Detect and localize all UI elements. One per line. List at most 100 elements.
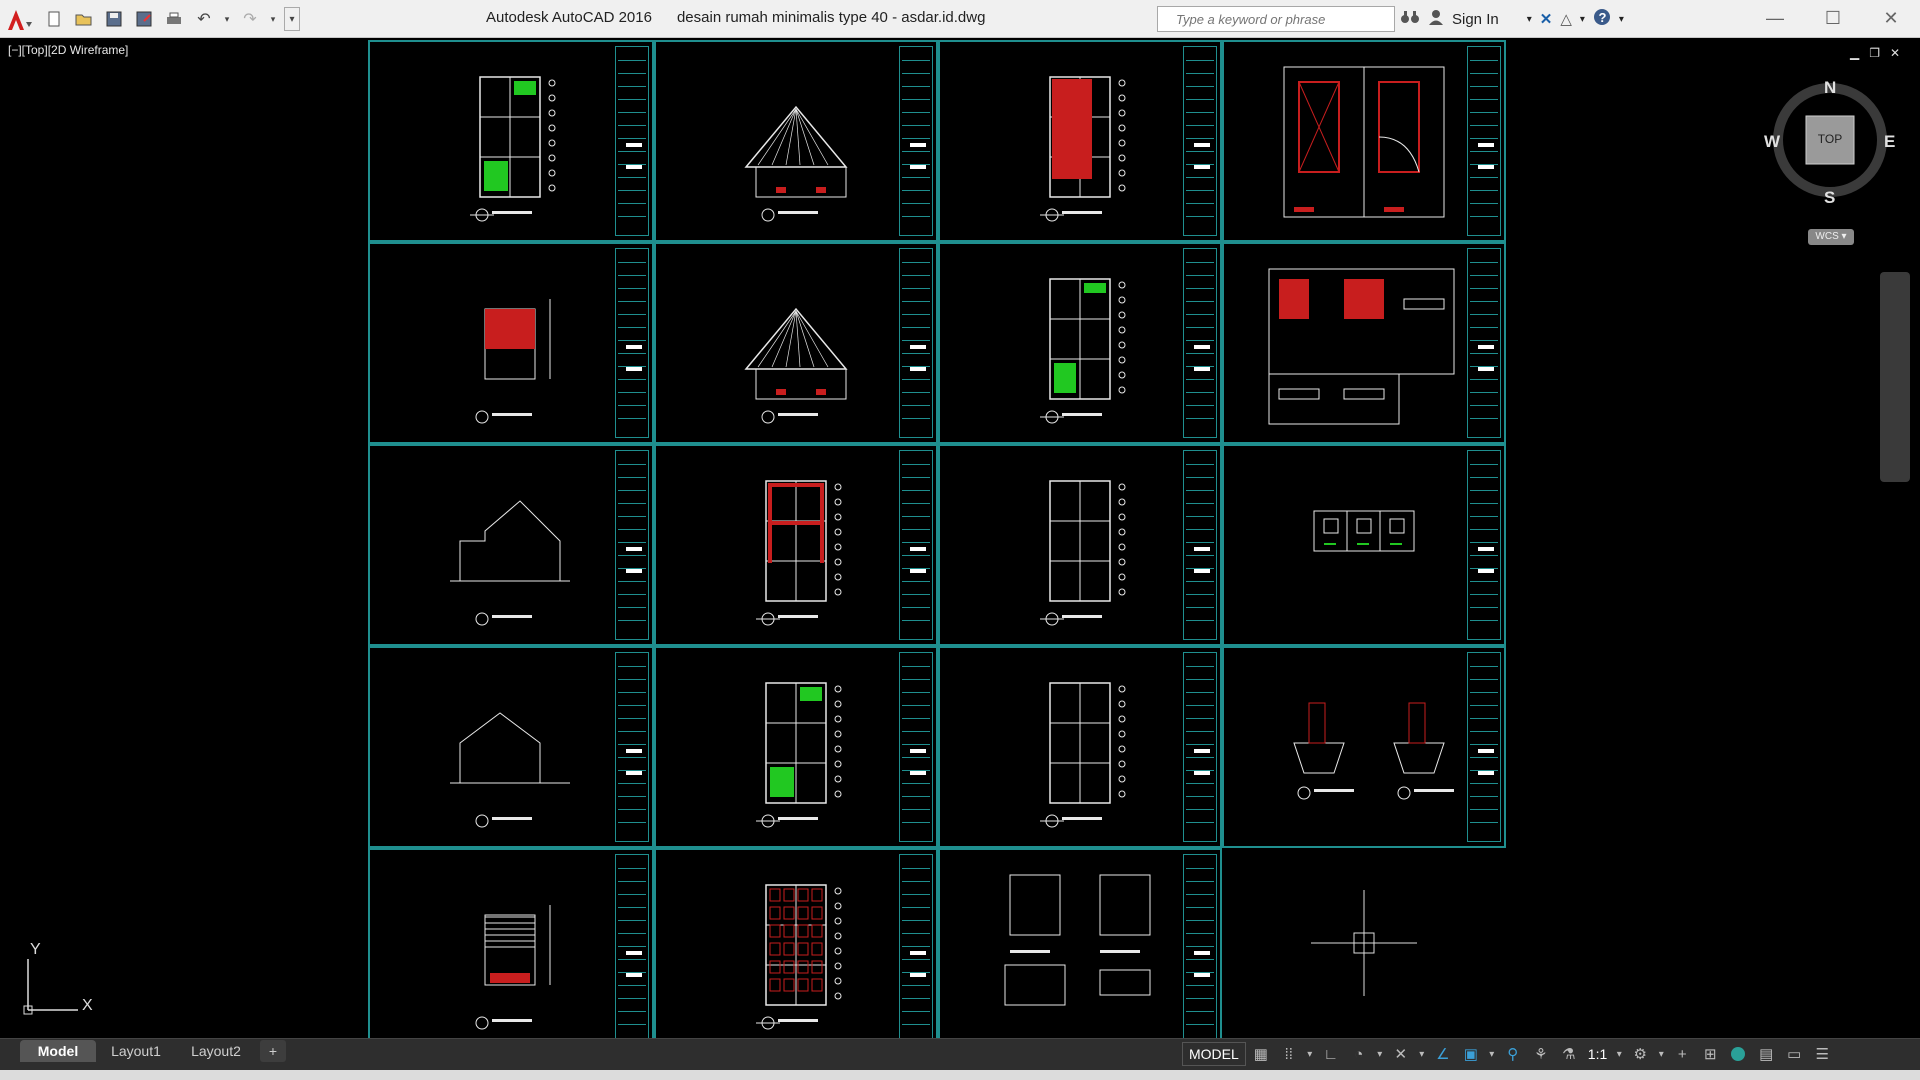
clean-screen-icon[interactable]: ▭ <box>1781 1041 1807 1067</box>
tab-model[interactable]: Model <box>20 1040 96 1062</box>
new-icon[interactable] <box>42 7 66 31</box>
chevron-down-icon[interactable]: ▾ <box>1527 14 1532 25</box>
binoculars-icon[interactable] <box>1400 9 1420 29</box>
drawing-sheets-area[interactable] <box>368 40 1508 1050</box>
drawing-sheet[interactable] <box>654 40 938 242</box>
chevron-down-icon[interactable]: ▾ <box>1619 14 1624 25</box>
add-layout-button[interactable]: + <box>260 1040 286 1062</box>
chevron-down-icon[interactable]: ▾ <box>1655 1041 1667 1067</box>
compass-west[interactable]: W <box>1764 132 1780 152</box>
minimize-icon[interactable]: — <box>1746 0 1804 36</box>
compass-south[interactable]: S <box>1824 188 1835 208</box>
viewcube[interactable]: TOP N S W E <box>1764 78 1895 207</box>
drawing-sheet[interactable] <box>654 848 938 1050</box>
drawing-sheet[interactable] <box>368 40 654 242</box>
exchange-icon[interactable]: ✕ <box>1540 10 1553 28</box>
snap-icon[interactable]: ⁞⁞ <box>1276 1041 1302 1067</box>
annotation-scale-label[interactable]: 1:1 <box>1584 1046 1611 1062</box>
chevron-down-icon[interactable]: ▾ <box>268 7 278 31</box>
autocad-logo-icon[interactable] <box>6 8 38 32</box>
annotation-visibility-icon[interactable]: ⚲ <box>1500 1041 1526 1067</box>
close-icon[interactable]: ✕ <box>1862 0 1920 36</box>
saveas-icon[interactable] <box>132 7 156 31</box>
title-block <box>899 652 933 842</box>
print-icon[interactable] <box>162 7 186 31</box>
drawing-sheet[interactable] <box>654 646 938 848</box>
ucs-menu[interactable]: WCS ▾ <box>1808 229 1854 245</box>
chevron-down-icon[interactable]: ▾ <box>1416 1041 1428 1067</box>
object-snap-icon[interactable]: ▣ <box>1458 1041 1484 1067</box>
navigation-bar[interactable] <box>1880 272 1910 482</box>
crosshair-cursor[interactable] <box>1222 848 1506 1050</box>
title-block <box>1467 450 1501 640</box>
add-icon[interactable]: + <box>1669 1041 1695 1067</box>
chevron-down-icon[interactable]: ▾ <box>1580 14 1585 25</box>
chevron-down-icon[interactable]: ▾ <box>222 7 232 31</box>
drawing-sheet[interactable] <box>654 444 938 646</box>
redo-icon[interactable]: ↷ <box>238 7 262 31</box>
chevron-down-icon[interactable]: ▾ <box>1304 1041 1316 1067</box>
drawing-sheet[interactable] <box>938 242 1222 444</box>
drawing-sheet[interactable] <box>1222 242 1506 444</box>
isodraft-icon[interactable]: ✕ <box>1388 1041 1414 1067</box>
ucs-x-label: X <box>82 997 93 1014</box>
signin-button[interactable]: Sign In <box>1452 11 1499 28</box>
viewport-minimize-icon[interactable]: ▁ <box>1850 46 1859 60</box>
drawing-content <box>410 663 590 828</box>
drawing-content <box>410 57 590 222</box>
search-input[interactable] <box>1176 9 1386 29</box>
viewport-close-icon[interactable]: ✕ <box>1890 46 1900 60</box>
compass-east[interactable]: E <box>1884 132 1895 152</box>
hardware-acceleration-icon[interactable]: ▤ <box>1753 1041 1779 1067</box>
drawing-sheet[interactable] <box>938 40 1222 242</box>
viewcube-face-label[interactable]: TOP <box>1806 132 1854 146</box>
drawing-sheet[interactable] <box>1222 40 1506 242</box>
menu-icon[interactable]: ☰ <box>1809 1041 1835 1067</box>
object-snap-tracking-icon[interactable]: ∠ <box>1430 1041 1456 1067</box>
drawing-content <box>1264 57 1445 218</box>
drawing-sheet[interactable] <box>368 848 654 1050</box>
model-space-button[interactable]: MODEL <box>1182 1042 1246 1066</box>
drawing-sheet[interactable] <box>368 444 654 646</box>
drawing-sheet[interactable] <box>938 646 1222 848</box>
ortho-icon[interactable]: ∟ <box>1318 1041 1344 1067</box>
auto-scale-icon[interactable]: ⚘ <box>1528 1041 1554 1067</box>
compass-north[interactable]: N <box>1824 78 1836 98</box>
help-icon[interactable]: ? <box>1593 8 1611 30</box>
drawing-sheet[interactable] <box>938 444 1222 646</box>
maximize-icon[interactable]: ☐ <box>1804 0 1862 36</box>
drawing-sheet[interactable] <box>654 242 938 444</box>
account-area: Sign In ▾ ✕ △ ▾ ? ▾ <box>1400 6 1624 32</box>
units-icon[interactable]: ⊞ <box>1697 1041 1723 1067</box>
grid-icon[interactable]: ▦ <box>1248 1041 1274 1067</box>
drawing-sheet[interactable] <box>368 242 654 444</box>
tab-layout2[interactable]: Layout2 <box>176 1040 256 1062</box>
title-block <box>615 248 649 438</box>
drawing-content <box>980 461 1160 626</box>
annotation-scale-icon[interactable]: ⚗ <box>1556 1041 1582 1067</box>
search-box[interactable] <box>1157 6 1395 32</box>
drawing-content <box>696 663 876 828</box>
chevron-down-icon[interactable]: ▾ <box>1613 1041 1625 1067</box>
save-icon[interactable] <box>102 7 126 31</box>
polar-icon[interactable]: ◔ <box>1346 1041 1372 1067</box>
chevron-down-icon[interactable]: ▾ <box>1486 1041 1498 1067</box>
drawing-sheet[interactable] <box>1222 444 1506 646</box>
drawing-sheet[interactable] <box>938 848 1222 1050</box>
undo-icon[interactable]: ↶ <box>192 7 216 31</box>
open-icon[interactable] <box>72 7 96 31</box>
tab-layout1[interactable]: Layout1 <box>96 1040 176 1062</box>
user-icon[interactable] <box>1428 9 1444 29</box>
chevron-down-icon[interactable]: ▾ <box>1374 1041 1386 1067</box>
drawing-sheet[interactable] <box>368 646 654 848</box>
viewport-restore-icon[interactable]: ❐ <box>1869 46 1880 60</box>
customize-qat-icon[interactable]: ▾ <box>284 7 300 31</box>
title-block <box>615 854 649 1044</box>
triangle-icon[interactable]: △ <box>1560 10 1572 28</box>
workspace-gear-icon[interactable]: ⚙ <box>1627 1041 1653 1067</box>
title-block <box>1467 248 1501 438</box>
window-title: Autodesk AutoCAD 2016 desain rumah minim… <box>486 9 985 26</box>
viewport-label[interactable]: [−][Top][2D Wireframe] <box>8 43 128 57</box>
isolate-objects-icon[interactable] <box>1725 1041 1751 1067</box>
drawing-sheet[interactable] <box>1222 646 1506 848</box>
